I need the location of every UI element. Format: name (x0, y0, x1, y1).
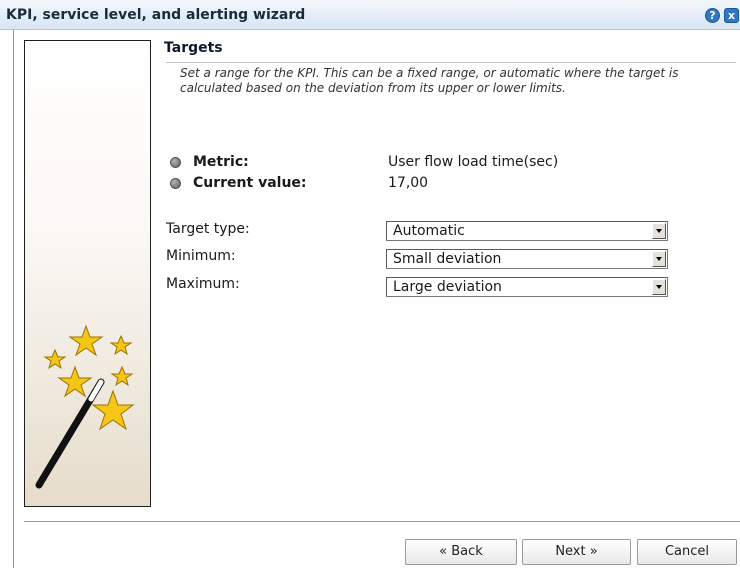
cancel-button[interactable]: Cancel (637, 539, 737, 565)
window-title: KPI, service level, and alerting wizard (6, 7, 306, 23)
maximum-select[interactable]: Large deviation (386, 277, 668, 297)
current-value-label: Current value: (193, 175, 307, 191)
next-button[interactable]: Next » (522, 539, 631, 565)
chevron-down-icon[interactable] (652, 279, 666, 295)
close-icon[interactable]: x (724, 8, 739, 23)
metric-row: Metric: User flow load time(sec) (170, 154, 730, 172)
magic-wand-stars-icon (35, 324, 135, 489)
target-type-label: Target type: (166, 221, 250, 237)
metric-value: User flow load time(sec) (388, 154, 559, 170)
help-icon[interactable]: ? (705, 8, 720, 23)
current-value: 17,00 (388, 175, 429, 191)
minimum-selected: Small deviation (393, 251, 502, 267)
target-type-select[interactable]: Automatic (386, 221, 668, 241)
minimum-select[interactable]: Small deviation (386, 249, 668, 269)
window-left-border (13, 30, 14, 568)
minimum-label: Minimum: (166, 248, 236, 264)
maximum-label: Maximum: (166, 276, 240, 292)
header-divider (166, 62, 736, 63)
gray-dot-icon (170, 178, 181, 189)
wizard-titlebar: KPI, service level, and alerting wizard … (0, 0, 740, 30)
metric-label: Metric: (193, 154, 249, 170)
chevron-down-icon[interactable] (652, 251, 666, 267)
current-value-row: Current value: 17,00 (170, 175, 730, 193)
footer-divider (24, 521, 740, 522)
page-title: Targets (164, 40, 223, 56)
gray-dot-icon (170, 157, 181, 168)
target-type-selected: Automatic (393, 223, 465, 239)
back-button[interactable]: « Back (405, 539, 517, 565)
maximum-selected: Large deviation (393, 279, 502, 295)
chevron-down-icon[interactable] (652, 223, 666, 239)
page-description: Set a range for the KPI. This can be a f… (180, 66, 679, 95)
wizard-image-panel (24, 40, 151, 507)
